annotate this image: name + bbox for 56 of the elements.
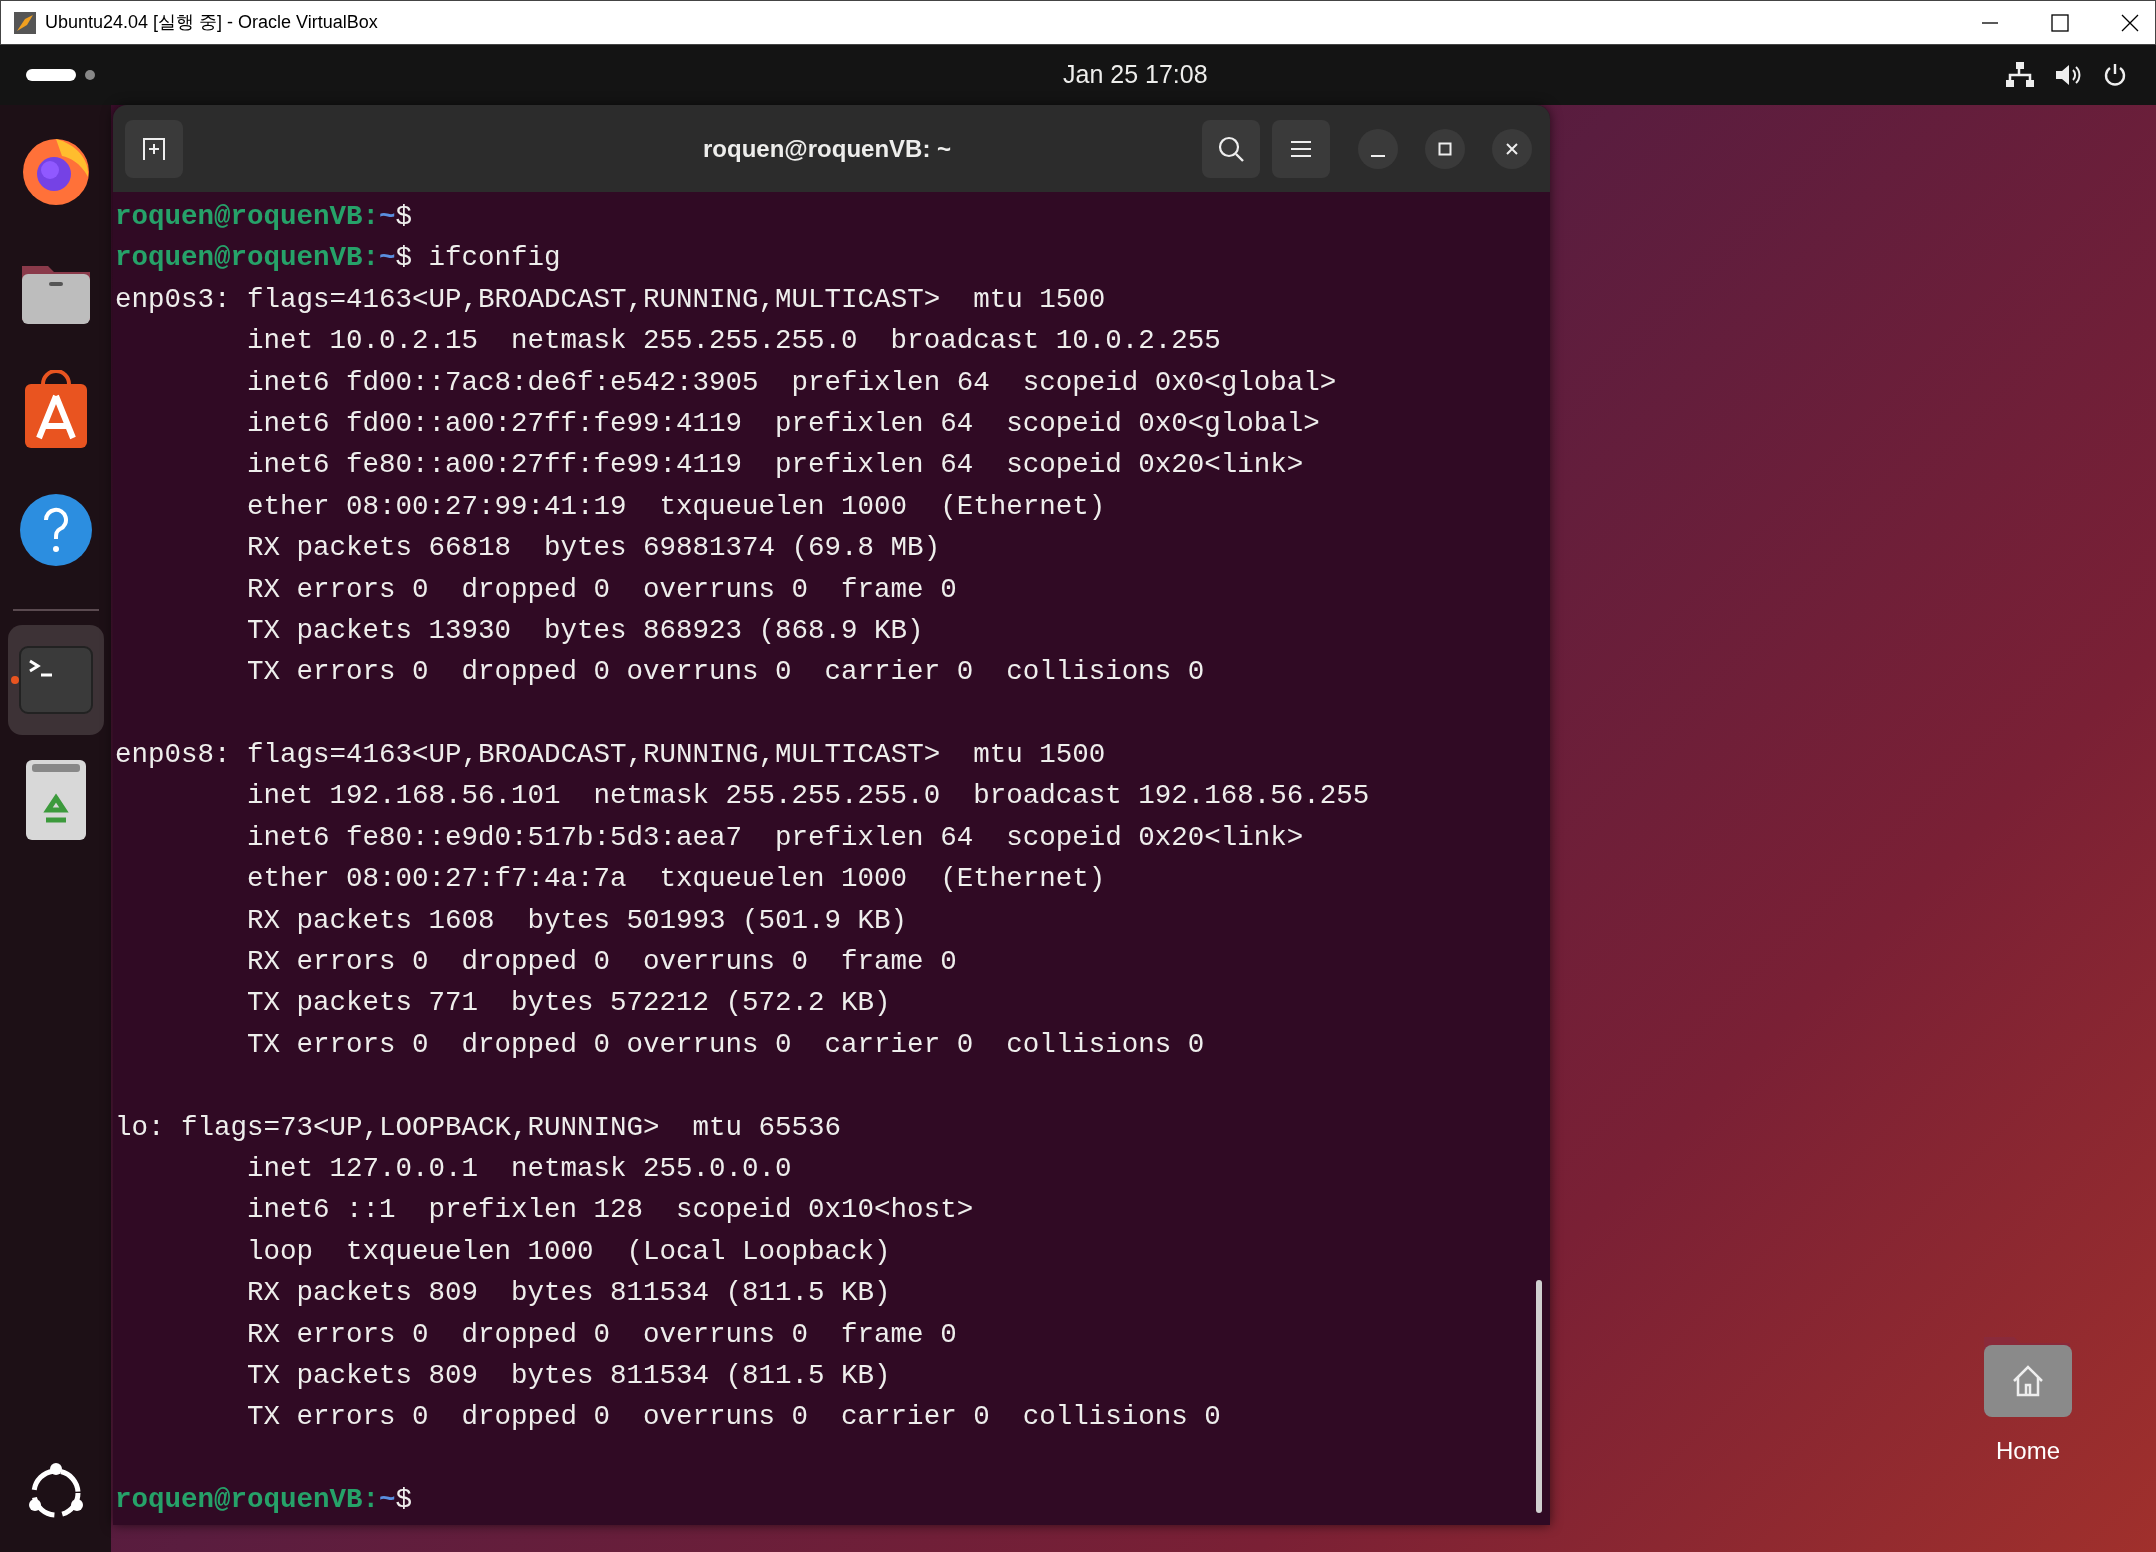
search-button[interactable] [1202, 119, 1260, 178]
minimize-icon [1371, 154, 1385, 157]
terminal-prompt-line: roquen@roquenVB:~$ [115, 1483, 413, 1518]
terminal-output-line: TX packets 13930 bytes 868923 (868.9 KB) [247, 613, 924, 648]
search-icon [1217, 134, 1245, 163]
terminal-prompt-line: roquen@roquenVB:~$ ifconfig [115, 241, 561, 276]
close-button[interactable] [1492, 128, 1532, 169]
terminal-output-line: TX errors 0 dropped 0 overruns 0 carrier 0 collisions 0 [247, 1400, 1221, 1435]
terminal-output-line: inet 10.0.2.15 netmask 255.255.255.0 broadcast 10.0.2.255 [247, 324, 1221, 359]
terminal-output-line: TX packets 809 bytes 811534 (811.5 KB) [247, 1358, 891, 1393]
network-icon[interactable] [2006, 62, 2034, 88]
terminal-output-line: inet6 fd00::7ac8:de6f:e542:3905 prefixlen 64 scopeid 0x0<global> [247, 365, 1337, 400]
terminal-title: roquen@roquenVB: ~ [703, 133, 952, 164]
terminal-output-line: TX errors 0 dropped 0 overruns 0 carrier 0 collisions 0 [247, 1027, 1205, 1062]
shopping-bag-icon [22, 370, 89, 450]
menu-button[interactable] [1272, 119, 1330, 178]
terminal-output-line: RX packets 1608 bytes 501993 (501.9 KB) [247, 903, 908, 938]
help-icon [17, 492, 94, 568]
menu-icon [1289, 138, 1313, 159]
new-tab-icon [141, 135, 167, 162]
terminal-output-line: enp0s3: flags=4163<UP,BROADCAST,RUNNING,MULTICAST> mtu 1500 [115, 282, 1106, 317]
terminal-output-line: RX packets 809 bytes 811534 (811.5 KB) [247, 1276, 891, 1311]
terminal-icon [17, 645, 94, 715]
home-folder-label[interactable]: Home [1996, 1433, 2060, 1469]
terminal-output-line: inet6 ::1 prefixlen 128 scopeid 0x10<host> [247, 1193, 974, 1228]
new-tab-button[interactable] [125, 119, 183, 178]
terminal-output-line: RX errors 0 dropped 0 overruns 0 frame 0 [247, 945, 957, 980]
scrollbar-thumb[interactable] [1536, 1280, 1542, 1513]
maximize-icon[interactable] [2051, 13, 2069, 32]
terminal-output-line: ether 08:00:27:f7:4a:7a txqueuelen 1000 (Ethernet) [247, 862, 1106, 897]
terminal-output-line: loop txqueuelen 1000 (Local Loopback) [247, 1234, 891, 1269]
volume-icon[interactable] [2054, 62, 2082, 88]
terminal-output-line: inet6 fe80::a00:27ff:fe99:4119 prefixlen 64 scopeid 0x20<link> [247, 448, 1304, 483]
terminal-output-line: RX errors 0 dropped 0 overruns 0 frame 0 [247, 1317, 957, 1352]
clock[interactable]: Jan 25 17:08 [1063, 56, 1208, 94]
terminal-output-line: inet 192.168.56.101 netmask 255.255.255.0 broadcast 192.168.56.255 [247, 779, 1370, 814]
terminal-output-line: TX packets 771 bytes 572212 (572.2 KB) [247, 986, 891, 1021]
terminal-output-line: enp0s8: flags=4163<UP,BROADCAST,RUNNING,MULTICAST> mtu 1500 [115, 738, 1106, 773]
app-icon [13, 10, 37, 35]
terminal-prompt-line: roquen@roquenVB:~$ [115, 200, 413, 234]
power-icon[interactable] [2102, 62, 2128, 88]
terminal-output-line: inet6 fd00::a00:27ff:fe99:4119 prefixlen 64 scopeid 0x0<global> [247, 406, 1320, 441]
terminal-output-line: inet6 fe80::e9d0:517b:5d3:aea7 prefixlen 64 scopeid 0x20<link> [247, 820, 1304, 855]
terminal-output-line: TX errors 0 dropped 0 overruns 0 carrier 0 collisions 0 [247, 655, 1205, 690]
terminal-output-line: RX packets 66818 bytes 69881374 (69.8 MB) [247, 531, 941, 566]
workspace-indicator-icon[interactable] [26, 67, 98, 83]
maximize-button[interactable] [1425, 128, 1465, 169]
close-icon[interactable] [2121, 13, 2139, 32]
terminal-output-line: RX errors 0 dropped 0 overruns 0 frame 0 [247, 572, 957, 607]
host-window-title: Ubuntu24.04 [실행 중] - Oracle VirtualBox [45, 11, 378, 34]
maximize-icon [1438, 141, 1452, 156]
close-icon [1505, 141, 1519, 156]
running-indicator-icon [10, 676, 19, 684]
terminal-output-line: ether 08:00:27:99:41:19 txqueuelen 1000 (Ethernet) [247, 489, 1106, 524]
terminal-output-line: lo: flags=73<UP,LOOPBACK,RUNNING> mtu 65536 [115, 1110, 842, 1145]
terminal-output-line: inet 127.0.0.1 netmask 255.0.0.0 [247, 1152, 792, 1186]
